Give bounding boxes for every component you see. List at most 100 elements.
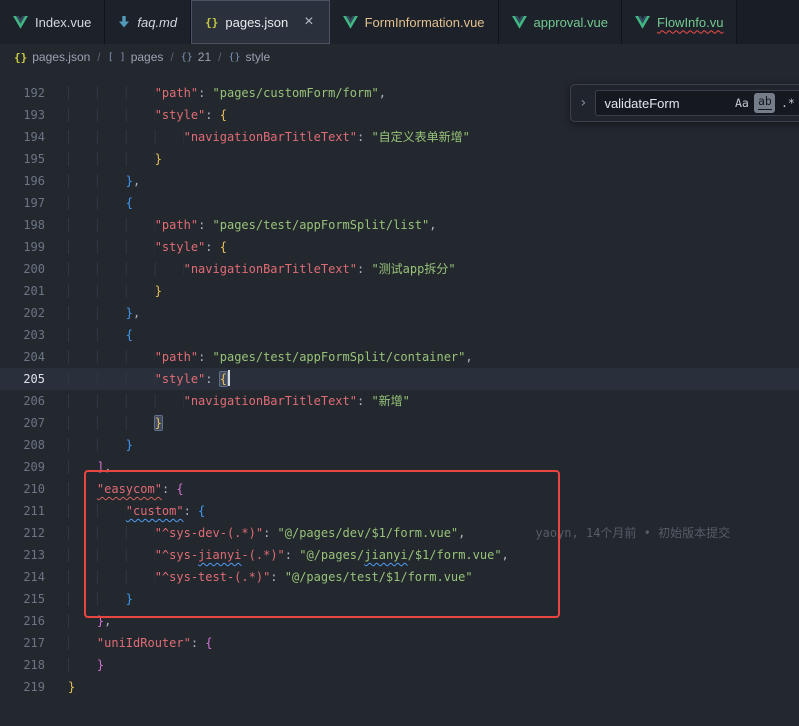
code-text: "style": {: [45, 236, 799, 258]
code-line-209[interactable]: 209 ],: [0, 456, 799, 478]
tab-flowinfo-vu[interactable]: FlowInfo.vu: [622, 0, 737, 44]
breadcrumb-item-21[interactable]: {}21: [181, 50, 211, 64]
line-number: 219: [0, 676, 45, 698]
code-line-194[interactable]: 194 "navigationBarTitleText": "自定义表单新增": [0, 126, 799, 148]
line-number: 214: [0, 566, 45, 588]
line-number: 202: [0, 302, 45, 324]
vue-icon: [343, 16, 358, 29]
line-number: 200: [0, 258, 45, 280]
line-number: 210: [0, 478, 45, 500]
line-number: 204: [0, 346, 45, 368]
breadcrumb-label: pages.json: [32, 50, 90, 64]
code-line-199[interactable]: 199 "style": {: [0, 236, 799, 258]
code-line-208[interactable]: 208 }: [0, 434, 799, 456]
code-text: "navigationBarTitleText": "自定义表单新增": [45, 126, 799, 148]
close-icon[interactable]: ×: [302, 14, 315, 30]
tab-forminformation-vue[interactable]: FormInformation.vue: [330, 0, 499, 44]
code-text: },: [45, 302, 799, 324]
code-line-195[interactable]: 195 }: [0, 148, 799, 170]
match-case-toggle[interactable]: Aa: [731, 93, 752, 113]
code-line-207[interactable]: 207 }: [0, 412, 799, 434]
breadcrumb-item-pages[interactable]: [ ]pages: [108, 50, 164, 64]
code-line-202[interactable]: 202 },: [0, 302, 799, 324]
vue-icon: [13, 16, 28, 29]
code-text: ],: [45, 456, 799, 478]
code-text: {: [45, 192, 799, 214]
code-line-198[interactable]: 198 "path": "pages/test/appFormSplit/lis…: [0, 214, 799, 236]
regex-toggle[interactable]: .*: [777, 93, 798, 113]
breadcrumb-separator: /: [170, 50, 173, 64]
code-line-206[interactable]: 206 "navigationBarTitleText": "新增": [0, 390, 799, 412]
symbol-json-icon: {}: [14, 51, 27, 64]
code-text: }: [45, 148, 799, 170]
code-line-203[interactable]: 203 {: [0, 324, 799, 346]
text-cursor: [228, 370, 230, 386]
line-number: 201: [0, 280, 45, 302]
find-toggles: Aaab.*: [731, 93, 798, 113]
line-number: 207: [0, 412, 45, 434]
code-line-201[interactable]: 201 }: [0, 280, 799, 302]
vue-icon: [512, 16, 527, 29]
line-number: 196: [0, 170, 45, 192]
code-text: "path": "pages/test/appFormSplit/list",: [45, 214, 799, 236]
code-line-213[interactable]: 213 "^sys-jianyi-(.*)": "@/pages/jianyi/…: [0, 544, 799, 566]
code-text: {: [45, 324, 799, 346]
code-line-200[interactable]: 200 "navigationBarTitleText": "测试app拆分": [0, 258, 799, 280]
code-line-205[interactable]: 205 "style": {: [0, 368, 799, 390]
code-text: },: [45, 170, 799, 192]
breadcrumb-item-style[interactable]: {}style: [229, 50, 271, 64]
code-text: }: [45, 434, 799, 456]
code-line-216[interactable]: 216 },: [0, 610, 799, 632]
line-number: 213: [0, 544, 45, 566]
line-number: 205: [0, 368, 45, 390]
line-number: 192: [0, 82, 45, 104]
code-line-218[interactable]: 218 }: [0, 654, 799, 676]
line-number: 198: [0, 214, 45, 236]
symbol-object-icon: {}: [229, 52, 241, 63]
tab-label: Index.vue: [35, 15, 91, 30]
tab-bar: Index.vue faq.md {}pages.json× FormInformat…: [0, 0, 799, 44]
line-number: 212: [0, 522, 45, 544]
line-number: 193: [0, 104, 45, 126]
code-line-210[interactable]: 210 "easycom": {: [0, 478, 799, 500]
tab-approval-vue[interactable]: approval.vue: [499, 0, 622, 44]
tab-index-vue[interactable]: Index.vue: [0, 0, 105, 44]
code-text: }: [45, 676, 799, 698]
code-line-197[interactable]: 197 {: [0, 192, 799, 214]
code-line-215[interactable]: 215 }: [0, 588, 799, 610]
tab-label: faq.md: [137, 15, 177, 30]
line-number: 195: [0, 148, 45, 170]
code-text: "navigationBarTitleText": "测试app拆分": [45, 258, 799, 280]
vue-icon: [635, 16, 650, 29]
code-line-204[interactable]: 204 "path": "pages/test/appFormSplit/con…: [0, 346, 799, 368]
tab-label: FormInformation.vue: [365, 15, 485, 30]
tab-faq-md[interactable]: faq.md: [105, 0, 191, 44]
code-text: "navigationBarTitleText": "新增": [45, 390, 799, 412]
code-text: "style": {: [45, 368, 799, 390]
code-line-196[interactable]: 196 },: [0, 170, 799, 192]
code-line-212[interactable]: 212 "^sys-dev-(.*)": "@/pages/dev/$1/for…: [0, 522, 799, 544]
code-line-211[interactable]: 211 "custom": {: [0, 500, 799, 522]
line-number: 209: [0, 456, 45, 478]
line-number: 216: [0, 610, 45, 632]
editor-window: Index.vuefaq.md{}pages.json×FormInformat…: [0, 0, 799, 726]
line-number: 197: [0, 192, 45, 214]
tab-label: FlowInfo.vu: [657, 15, 723, 30]
tab-label: approval.vue: [534, 15, 608, 30]
line-number: 211: [0, 500, 45, 522]
tab-pages-json[interactable]: {}pages.json×: [191, 0, 329, 44]
line-number: 218: [0, 654, 45, 676]
code-text: }: [45, 412, 799, 434]
code-text: "custom": {: [45, 500, 799, 522]
git-blame-annotation: yaoyn, 14个月前 • 初始版本提交: [465, 526, 730, 540]
whole-word-toggle[interactable]: ab: [754, 93, 775, 113]
code-line-214[interactable]: 214 "^sys-test-(.*)": "@/pages/test/$1/f…: [0, 566, 799, 588]
line-number: 206: [0, 390, 45, 412]
symbol-object-icon: {}: [181, 52, 193, 63]
code-line-217[interactable]: 217 "uniIdRouter": {: [0, 632, 799, 654]
code-text: "^sys-dev-(.*)": "@/pages/dev/$1/form.vu…: [45, 522, 799, 544]
json-icon: {}: [205, 16, 218, 29]
chevron-expand-icon[interactable]: ›: [579, 92, 587, 114]
code-line-219[interactable]: 219}: [0, 676, 799, 698]
breadcrumb-item-pages.json[interactable]: {} pages.json: [14, 50, 90, 64]
